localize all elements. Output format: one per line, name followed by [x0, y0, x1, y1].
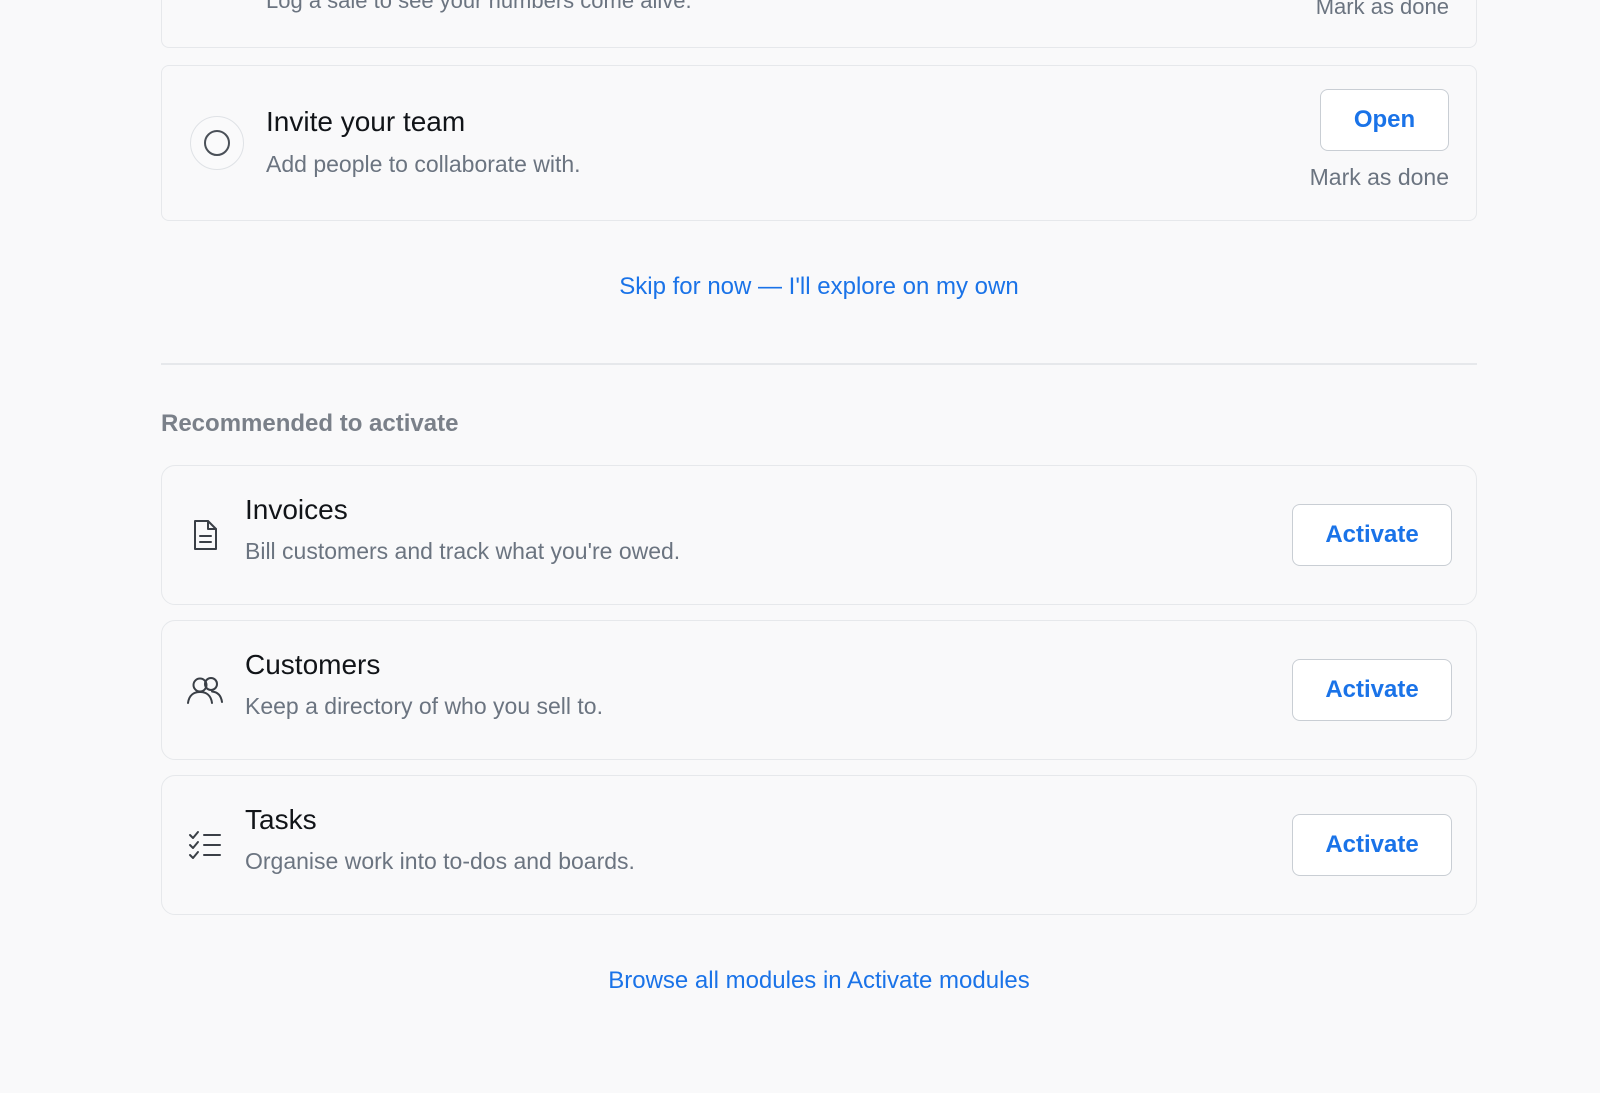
- onboarding-page: Log a sale to see your numbers come aliv…: [0, 0, 1600, 1093]
- module-card-customers: Customers Keep a directory of who you se…: [161, 620, 1477, 760]
- module-description: Organise work into to-dos and boards.: [245, 848, 635, 874]
- module-title: Invoices: [245, 494, 348, 525]
- activate-invoices-button[interactable]: Activate: [1292, 504, 1452, 566]
- mark-as-done-link[interactable]: Mark as done: [1316, 0, 1449, 20]
- open-button[interactable]: Open: [1320, 89, 1449, 151]
- module-card-tasks: Tasks Organise work into to-dos and boar…: [161, 775, 1477, 915]
- step-title: Invite your team: [266, 106, 466, 137]
- checklist-icon: [186, 826, 224, 864]
- users-icon: [186, 671, 224, 709]
- module-title: Tasks: [245, 804, 317, 835]
- module-description: Bill customers and track what you're owe…: [245, 538, 681, 564]
- browse-all-modules-link[interactable]: Browse all modules in Activate modules: [0, 967, 1600, 995]
- recommended-heading: Recommended to activate: [161, 410, 459, 437]
- step-card-log-sale: Log a sale to see your numbers come aliv…: [161, 0, 1477, 48]
- module-title: Customers: [245, 649, 381, 680]
- module-description: Keep a directory of who you sell to.: [245, 693, 603, 719]
- document-icon: [186, 516, 224, 554]
- step-description: Add people to collaborate with.: [266, 151, 581, 177]
- radio-circle-icon: [204, 130, 230, 156]
- module-card-invoices: Invoices Bill customers and track what y…: [161, 465, 1477, 605]
- skip-onboarding-link[interactable]: Skip for now — I'll explore on my own: [0, 273, 1600, 301]
- activate-customers-button[interactable]: Activate: [1292, 659, 1452, 721]
- step-complete-radio[interactable]: [190, 116, 244, 170]
- step-card-invite-team: Invite your team Add people to collabora…: [161, 65, 1477, 221]
- section-divider: [161, 363, 1477, 365]
- activate-tasks-button[interactable]: Activate: [1292, 814, 1452, 876]
- mark-as-done-link[interactable]: Mark as done: [1310, 164, 1449, 191]
- step-description: Log a sale to see your numbers come aliv…: [266, 0, 692, 13]
